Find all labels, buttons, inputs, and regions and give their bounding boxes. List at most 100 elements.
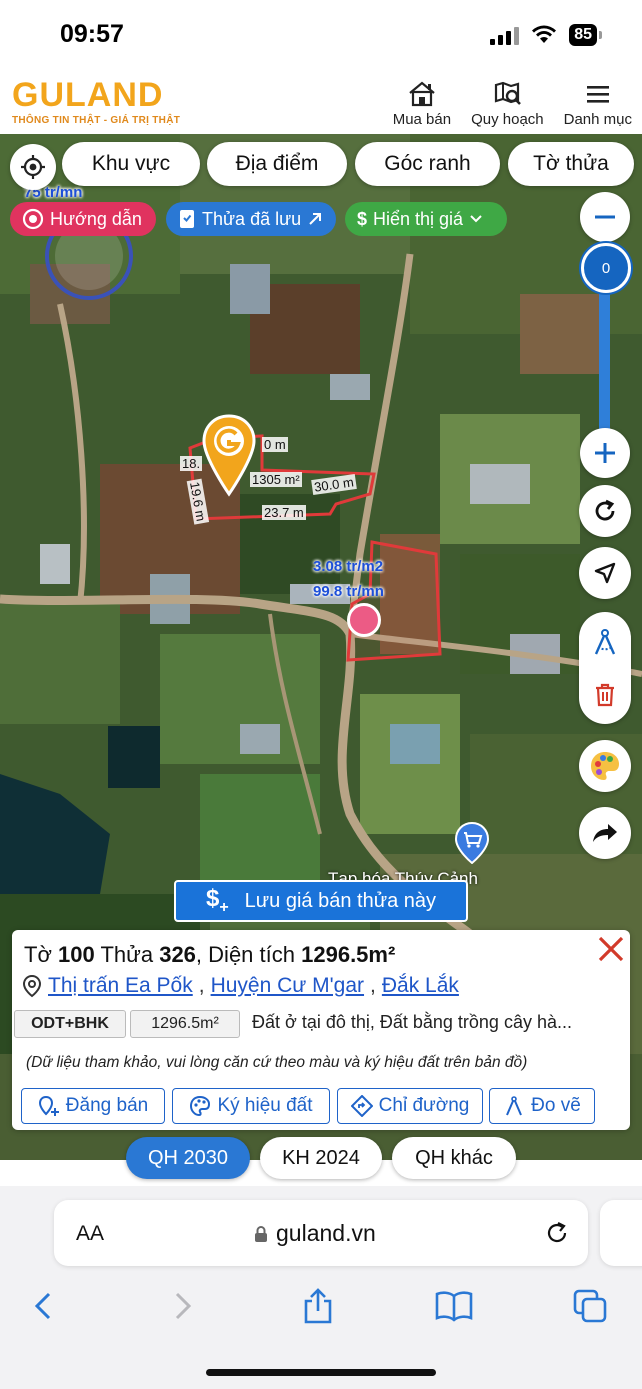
crosshair-icon [21, 155, 45, 179]
reload-icon[interactable] [544, 1220, 570, 1246]
navigate-button[interactable] [579, 547, 631, 599]
measure-button[interactable] [579, 618, 631, 668]
dollar-plus-icon: $+ [205, 885, 229, 916]
filter-to-thua[interactable]: Tờ thửa [508, 142, 634, 186]
my-location-button[interactable] [10, 144, 56, 190]
save-price-button[interactable]: $+ Lưu giá bán thửa này [174, 880, 468, 922]
parcel-label: Thửa [100, 942, 154, 967]
filter-khu-vuc[interactable]: Khu vực [62, 142, 200, 186]
land-code-badge: ODT+BHK [14, 1010, 126, 1038]
parcel-point-marker[interactable] [347, 603, 381, 637]
address-bar[interactable]: AA guland.vn [54, 1200, 588, 1266]
area-label: Diện tích [208, 942, 295, 967]
guide-chip[interactable]: Hướng dẫn [10, 202, 156, 236]
post-sale-button[interactable]: Đăng bán [21, 1088, 165, 1124]
bookmarks-button[interactable] [434, 1286, 474, 1326]
browser-chrome: AA guland.vn [0, 1186, 642, 1389]
shop-pin-icon[interactable] [455, 822, 489, 864]
back-button[interactable] [24, 1286, 64, 1326]
lock-icon [255, 1225, 267, 1242]
palette-icon [190, 1095, 211, 1117]
reader-settings-button[interactable]: AA [76, 1222, 104, 1246]
pin-plus-icon [38, 1095, 59, 1116]
tabs-button[interactable] [570, 1286, 610, 1326]
map-pin-icon [22, 974, 42, 998]
dimension-label: 23.7 m [262, 505, 306, 520]
directions-icon [350, 1095, 373, 1117]
parcel-address: Thị trấn Ea Pốk, Huyện Cư M'gar, Đắk Lắk [22, 974, 459, 998]
nav-mua-ban[interactable]: Mua bán [393, 80, 451, 128]
url-display[interactable]: guland.vn [254, 1220, 376, 1247]
save-price-label: Lưu giá bán thửa này [244, 889, 437, 912]
logo-tagline: THÔNG TIN THẬT - GIÁ TRỊ THẬT [12, 115, 181, 126]
status-time: 09:57 [60, 20, 124, 48]
measure-draw-button[interactable]: Đo vẽ [489, 1088, 595, 1124]
price-total-label: 99.8 tr/mn [313, 583, 384, 600]
logo-text: GULAND [12, 76, 164, 114]
share-button[interactable] [579, 807, 631, 859]
dollar-icon: $ [357, 208, 368, 229]
location-pin-icon[interactable] [202, 414, 256, 498]
wifi-icon [532, 25, 557, 43]
tab-qh-2030[interactable]: QH 2030 [126, 1137, 250, 1179]
parcel-number: 326 [159, 942, 196, 967]
chevron-left-icon [34, 1292, 51, 1320]
refresh-icon [595, 499, 615, 521]
address-ward-link[interactable]: Thị trấn Ea Pốk [48, 974, 193, 998]
color-palette-button[interactable] [579, 740, 631, 792]
sheet-label: Tờ [24, 942, 52, 967]
land-symbols-button[interactable]: Ký hiệu đất [172, 1088, 330, 1124]
share-page-button[interactable] [298, 1286, 338, 1326]
close-icon[interactable] [594, 932, 628, 966]
refresh-button[interactable] [579, 485, 631, 537]
saved-label: Thửa đã lưu [202, 208, 302, 229]
zoom-slider-track[interactable] [599, 270, 610, 450]
battery-level: 85 [569, 24, 597, 46]
directions-button[interactable]: Chỉ đường [337, 1088, 483, 1124]
saved-parcels-chip[interactable]: Thửa đã lưu [166, 202, 336, 236]
chevron-right-icon [175, 1292, 192, 1320]
filter-dia-diem[interactable]: Địa điểm [207, 142, 347, 186]
reference-note: (Dữ liệu tham khảo, vui lòng căn cứ theo… [26, 1054, 528, 1071]
post-sale-label: Đăng bán [65, 1095, 149, 1116]
url-host: guland.vn [276, 1220, 376, 1246]
dimension-label: 0 m [262, 437, 288, 452]
status-bar: 09:57 85 [0, 0, 642, 72]
logo[interactable]: GULAND THÔNG TIN THẬT - GIÁ TRỊ THẬT [12, 78, 180, 126]
zoom-out-button[interactable] [580, 192, 630, 242]
nav-label: Danh mục [563, 111, 632, 128]
menu-icon [586, 86, 609, 103]
dimension-label: 1305 m² [250, 472, 302, 487]
address-province-link[interactable]: Đắk Lắk [382, 974, 459, 998]
area-value: 1296.5m² [301, 942, 396, 967]
app-header: GULAND THÔNG TIN THẬT - GIÁ TRỊ THẬT Mua… [0, 72, 642, 134]
tab-kh-2024[interactable]: KH 2024 [260, 1137, 382, 1179]
measure-draw-label: Đo vẽ [531, 1095, 581, 1116]
directions-label: Chỉ đường [378, 1095, 470, 1116]
arrow-up-right-icon [309, 213, 322, 225]
show-price-chip[interactable]: $ Hiển thị giá [345, 202, 507, 236]
parcel-title: Tờ 100 Thửa 326, Diện tích 1296.5m² [24, 942, 396, 967]
header-nav: Mua bán Quy hoạch Danh mục [393, 80, 632, 128]
bookmark-icon [180, 210, 194, 228]
next-tab-preview[interactable] [600, 1200, 642, 1266]
filter-goc-ranh[interactable]: Góc ranh [355, 142, 500, 186]
land-symbols-label: Ký hiệu đất [217, 1095, 313, 1116]
zoom-slider-knob[interactable]: 0 [581, 243, 631, 293]
palette-icon [591, 752, 619, 780]
zoom-in-button[interactable] [580, 428, 630, 478]
navigation-arrow-icon [594, 562, 616, 584]
price-label: Hiển thị giá [373, 208, 464, 229]
nav-danh-muc[interactable]: Danh mục [564, 80, 632, 128]
parcel-info-card: Tờ 100 Thửa 326, Diện tích 1296.5m² Thị … [12, 930, 630, 1130]
forward-button[interactable] [162, 1286, 202, 1326]
nav-label: Mua bán [392, 111, 452, 128]
compass-draw-icon [506, 1096, 523, 1116]
map-search-icon [495, 81, 522, 105]
address-district-link[interactable]: Huyện Cư M'gar [211, 974, 364, 998]
guide-label: Hướng dẫn [50, 208, 142, 229]
nav-quy-hoach[interactable]: Quy hoạch [471, 80, 544, 128]
tab-qh-khac[interactable]: QH khác [392, 1137, 516, 1179]
delete-button[interactable] [579, 670, 631, 720]
home-indicator[interactable] [206, 1369, 436, 1376]
